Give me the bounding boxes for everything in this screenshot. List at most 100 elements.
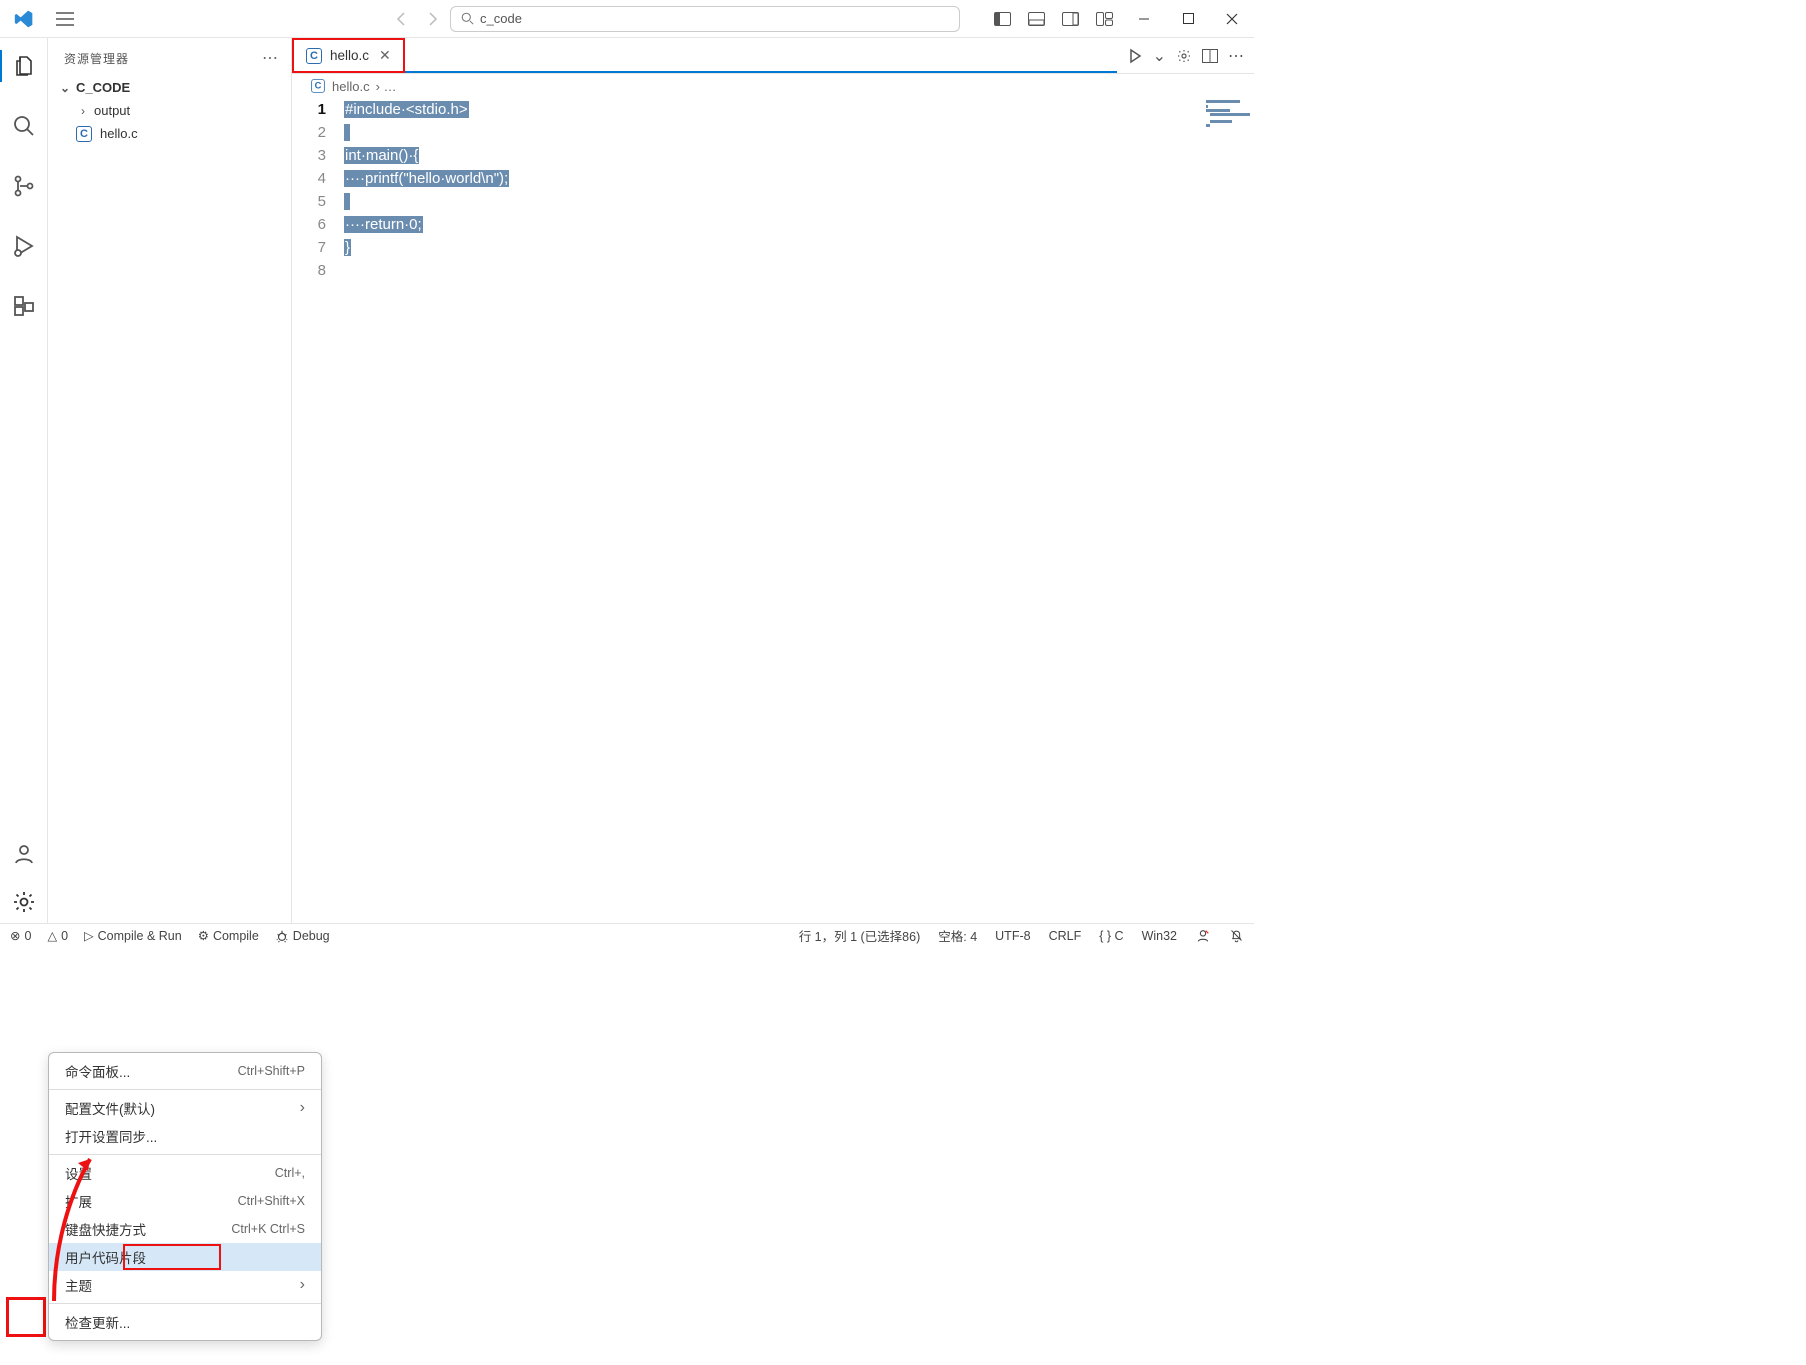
error-icon: ⊗ xyxy=(10,928,20,943)
breadcrumb-file: hello.c xyxy=(332,79,370,94)
folder-label: output xyxy=(94,103,130,118)
panel-bottom-icon[interactable] xyxy=(1024,7,1048,31)
menu-item-label: 打开设置同步... xyxy=(65,1126,157,1146)
tree-project-root[interactable]: ⌄ C_CODE xyxy=(48,76,291,99)
c-file-icon: C xyxy=(76,126,92,142)
menu-item-shortcut: Ctrl+Shift+P xyxy=(238,1064,305,1078)
status-cursor[interactable]: 行 1，列 1 (已选择86) xyxy=(799,926,921,945)
more-icon[interactable]: ⋯ xyxy=(1228,46,1244,66)
explorer-sidebar: 资源管理器 ⋯ ⌄ C_CODE › output C hello.c xyxy=(48,38,292,923)
nav-arrows xyxy=(394,11,450,27)
menu-item-label: 检查更新... xyxy=(65,1312,130,1332)
sidebar-more-icon[interactable]: ⋯ xyxy=(262,48,279,68)
code-content[interactable]: #include·<stdio.h> int·main()·{····print… xyxy=(344,98,1254,282)
panel-right-icon[interactable] xyxy=(1058,7,1082,31)
chevron-down-icon: ⌄ xyxy=(58,81,72,95)
bug-icon xyxy=(275,929,289,943)
play-icon: ▷ xyxy=(84,928,94,943)
status-debug[interactable]: Debug xyxy=(275,929,330,943)
nav-back-icon[interactable] xyxy=(394,11,410,27)
search-activity-icon[interactable] xyxy=(0,106,48,146)
layout-controls xyxy=(990,7,1122,31)
menu-item[interactable]: 配置文件(默认) › xyxy=(49,1094,321,1122)
status-feedback-icon[interactable] xyxy=(1195,928,1211,944)
menu-item-shortcut: Ctrl+K Ctrl+S xyxy=(231,1222,305,1236)
menu-item-label: 用户代码片段 xyxy=(65,1247,146,1267)
editor-area: C hello.c ✕ ⌄ ⋯ C hello.c › … 12345678 #… xyxy=(292,38,1254,923)
menu-item[interactable]: 检查更新... xyxy=(49,1308,321,1336)
title-bar: c_code xyxy=(0,0,1254,38)
status-bar: ⊗0 △0 ▷Compile & Run ⚙Compile Debug 行 1，… xyxy=(0,923,1254,947)
chevron-right-icon: › xyxy=(300,1276,305,1294)
tab-close-icon[interactable]: ✕ xyxy=(377,47,393,64)
code-editor[interactable]: 12345678 #include·<stdio.h> int·main()·{… xyxy=(292,98,1254,923)
window-maximize[interactable] xyxy=(1166,0,1210,38)
settings-gear-icon[interactable] xyxy=(1176,48,1192,64)
minimap[interactable] xyxy=(1200,98,1254,128)
file-tree: ⌄ C_CODE › output C hello.c xyxy=(48,72,291,149)
status-warnings[interactable]: △0 xyxy=(47,928,68,943)
menu-item[interactable]: 键盘快捷方式Ctrl+K Ctrl+S xyxy=(49,1215,321,1243)
command-center-search[interactable]: c_code xyxy=(450,6,960,32)
menu-item[interactable]: 主题 › xyxy=(49,1271,321,1299)
menu-item-shortcut: Ctrl+Shift+X xyxy=(238,1194,305,1208)
menu-item-label: 配置文件(默认) xyxy=(65,1098,155,1118)
menu-item-label: 命令面板... xyxy=(65,1061,130,1081)
menu-item-shortcut: Ctrl+, xyxy=(275,1166,305,1180)
menu-item[interactable]: 扩展 Ctrl+Shift+X xyxy=(49,1187,321,1215)
menu-item-label: 主题 xyxy=(65,1275,92,1295)
menu-item-label: 设置 xyxy=(65,1163,92,1183)
warning-icon: △ xyxy=(47,928,57,943)
status-target[interactable]: Win32 xyxy=(1142,929,1177,943)
tab-hello-c[interactable]: C hello.c ✕ xyxy=(292,38,405,73)
menu-item[interactable]: 命令面板... Ctrl+Shift+P xyxy=(49,1057,321,1085)
run-icon[interactable] xyxy=(1127,48,1143,64)
menu-item[interactable]: 用户代码片段 xyxy=(49,1243,321,1271)
breadcrumb-rest: › … xyxy=(376,79,397,94)
customize-layout-icon[interactable] xyxy=(1092,7,1116,31)
editor-actions: ⌄ ⋯ xyxy=(1117,38,1254,73)
sidebar-title: 资源管理器 xyxy=(64,50,129,67)
panel-left-icon[interactable] xyxy=(990,7,1014,31)
nav-forward-icon[interactable] xyxy=(424,11,440,27)
run-dropdown-icon[interactable]: ⌄ xyxy=(1153,46,1166,66)
status-errors[interactable]: ⊗0 xyxy=(10,928,31,943)
gear-icon: ⚙ xyxy=(198,928,209,943)
source-control-icon[interactable] xyxy=(0,166,48,206)
tree-folder-output[interactable]: › output xyxy=(48,99,291,122)
extensions-icon[interactable] xyxy=(0,286,48,326)
activity-bar xyxy=(0,38,48,923)
window-close[interactable] xyxy=(1210,0,1254,38)
editor-tabs: C hello.c ✕ ⌄ ⋯ xyxy=(292,38,1254,74)
file-label: hello.c xyxy=(100,126,138,141)
split-editor-icon[interactable] xyxy=(1202,49,1218,63)
status-indent[interactable]: 空格: 4 xyxy=(938,926,977,945)
status-encoding[interactable]: UTF-8 xyxy=(995,929,1030,943)
chevron-right-icon: › xyxy=(300,1099,305,1117)
breadcrumb[interactable]: C hello.c › … xyxy=(292,74,1254,98)
window-minimize[interactable] xyxy=(1122,0,1166,38)
status-compile[interactable]: ⚙Compile xyxy=(198,928,259,943)
status-eol[interactable]: CRLF xyxy=(1049,929,1082,943)
menu-item-label: 扩展 xyxy=(65,1191,92,1211)
hamburger-menu-icon[interactable] xyxy=(48,12,82,26)
accounts-icon[interactable] xyxy=(0,839,48,869)
menu-item[interactable]: 设置 Ctrl+, xyxy=(49,1159,321,1187)
status-bell-icon[interactable] xyxy=(1229,928,1244,943)
status-language[interactable]: { } C xyxy=(1099,929,1123,943)
explorer-icon[interactable] xyxy=(0,46,48,86)
manage-context-menu: 命令面板... Ctrl+Shift+P 配置文件(默认) › 打开设置同步... 设置 C… xyxy=(48,1052,322,1341)
status-compile-run[interactable]: ▷Compile & Run xyxy=(84,928,182,943)
menu-item[interactable]: 打开设置同步... xyxy=(49,1122,321,1150)
tree-file-hello-c[interactable]: C hello.c xyxy=(48,122,291,145)
line-gutter: 12345678 xyxy=(292,98,334,282)
search-icon xyxy=(461,12,474,25)
annotation-gear-highlight xyxy=(6,1297,46,1337)
run-debug-icon[interactable] xyxy=(0,226,48,266)
tab-label: hello.c xyxy=(330,48,369,63)
chevron-right-icon: › xyxy=(76,104,90,118)
manage-gear-icon[interactable] xyxy=(0,887,48,917)
search-text: c_code xyxy=(480,11,522,26)
c-file-icon: C xyxy=(306,48,322,64)
project-name: C_CODE xyxy=(76,80,130,95)
